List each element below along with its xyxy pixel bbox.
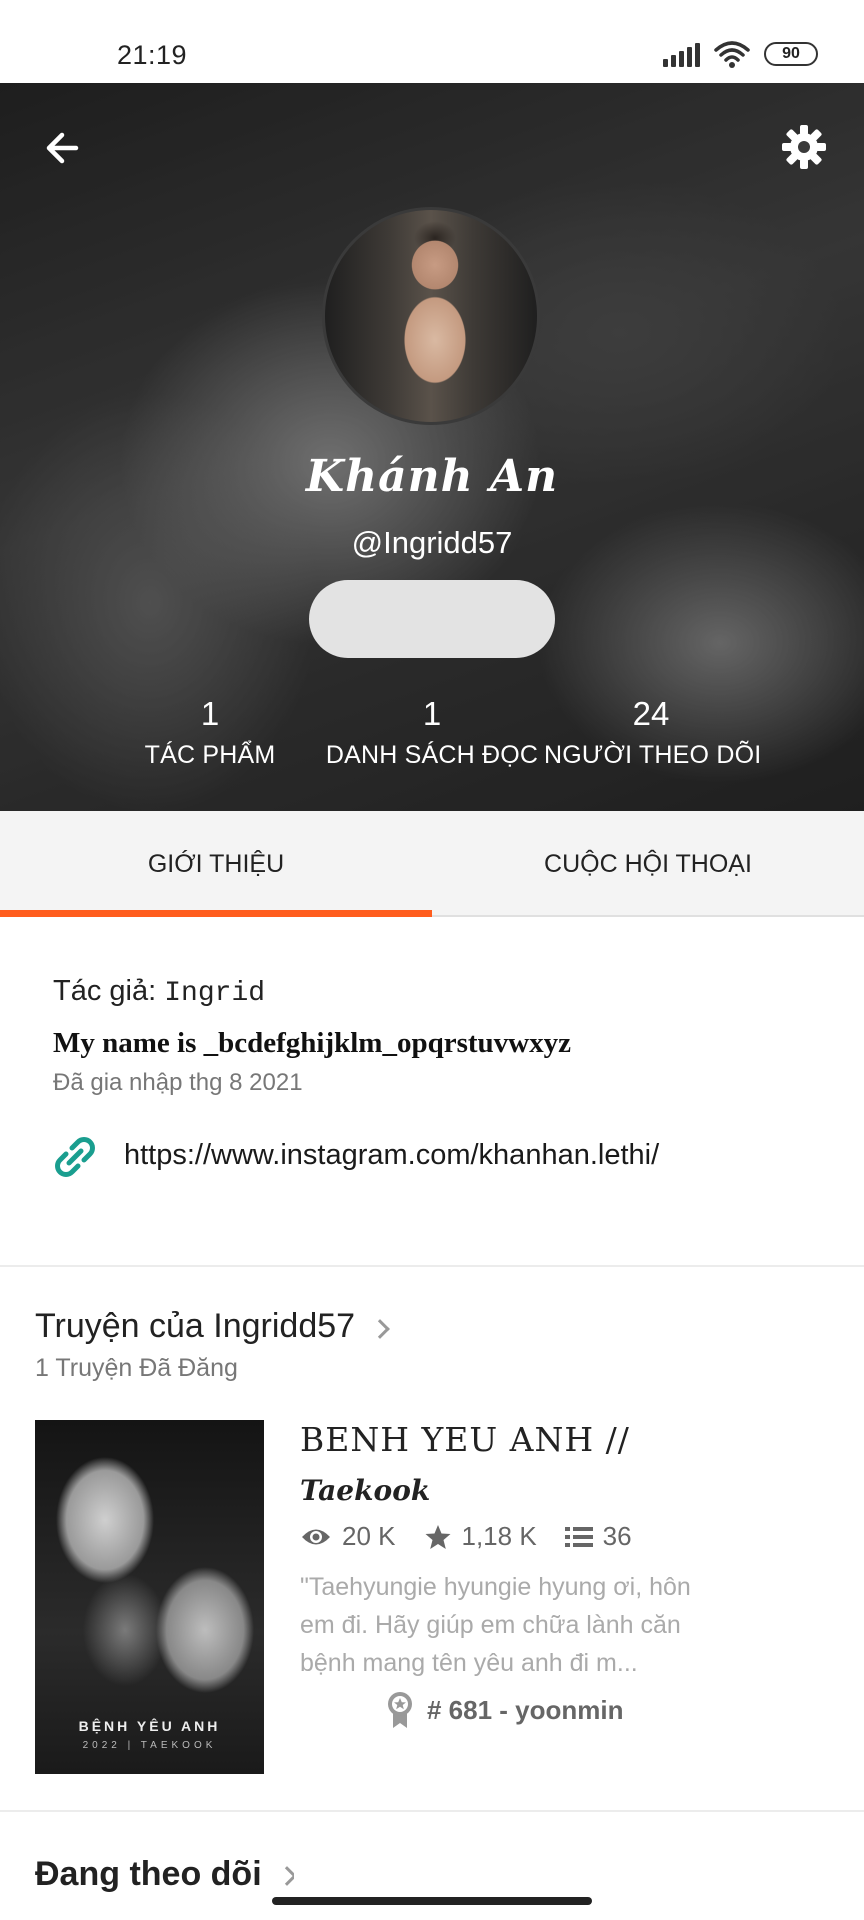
username: @Ingridd57 <box>351 525 513 560</box>
votes-stat: 1,18 K <box>424 1521 537 1552</box>
rank-text: # 681 - yoonmin <box>427 1694 624 1725</box>
stat-works-value: 1 <box>200 695 220 732</box>
stat-works-label: TÁC PHẨM <box>144 741 276 769</box>
tab-conversations[interactable]: CUỘC HỘI THOẠI <box>432 811 864 917</box>
arrow-left-icon[interactable] <box>38 123 88 173</box>
profile-header: Khánh An @Ingridd57 1 TÁC PHẨM 1 DANH SÁ… <box>0 83 864 811</box>
eye-icon <box>302 1529 330 1544</box>
author-name: Ingrid <box>164 978 266 1009</box>
profile-stats: 1 TÁC PHẨM 1 DANH SÁCH ĐỌC 24 NGƯỜI THEO… <box>0 695 864 795</box>
status-time: 21:19 <box>117 40 188 70</box>
home-indicator[interactable] <box>272 1897 592 1905</box>
cover-title: BỆNH YÊU ANH <box>78 1718 221 1734</box>
following-title-text: Đang theo dõi <box>35 1854 262 1893</box>
wifi-icon <box>714 41 750 68</box>
story-meta: 20 K 1,18 K 36 <box>300 1521 660 1552</box>
votes-count: 1,18 K <box>461 1521 537 1551</box>
parts-count: 36 <box>602 1521 632 1551</box>
stat-reading-lists[interactable]: 1 DANH SÁCH ĐỌC <box>322 695 542 770</box>
stat-followers[interactable]: 24 NGƯỜI THEO DÕI <box>544 695 762 770</box>
story-rank[interactable]: # 681 - yoonmin <box>385 1690 624 1730</box>
chevron-right-icon <box>276 1866 294 1886</box>
story-title[interactable]: BENH YEU ANH // <box>300 1420 630 1459</box>
following-section-title[interactable]: Đang theo dõi <box>35 1852 294 1896</box>
divider <box>0 1810 864 1812</box>
stories-title-text: Truyện của Ingridd57 <box>35 1307 356 1345</box>
story-cover[interactable]: BỆNH YÊU ANH 2022 | TAEKOOK <box>35 1420 264 1774</box>
cover-subtitle: 2022 | TAEKOOK <box>82 1740 217 1751</box>
ribbon-icon <box>388 1692 412 1728</box>
profile-link[interactable]: https://www.instagram.com/khanhan.lethi/ <box>124 1139 659 1172</box>
link-icon <box>55 1137 95 1177</box>
author-line: Tác giả: Ingrid <box>53 975 265 1009</box>
stat-reading-lists-value: 1 <box>422 695 442 732</box>
about-section: Tác giả: Ingrid My name is _bcdefghijklm… <box>0 917 864 1267</box>
stat-reading-lists-label: DANH SÁCH ĐỌC <box>325 741 539 769</box>
display-name: Khánh An <box>305 451 559 502</box>
bio-text: My name is _bcdefghijklm_opqrstuvwxyz <box>53 1027 571 1059</box>
joined-date: Đã gia nhập thg 8 2021 <box>53 1069 303 1096</box>
list-icon <box>564 1526 593 1547</box>
star-icon <box>425 1524 450 1549</box>
stat-works[interactable]: 1 TÁC PHẨM <box>130 695 290 770</box>
divider <box>0 1265 864 1267</box>
views-stat: 20 K <box>300 1521 396 1552</box>
tab-about[interactable]: GIỚI THIỆU <box>0 811 432 917</box>
story-title-line2[interactable]: Taekook <box>300 1474 430 1507</box>
active-tab-indicator <box>0 910 432 917</box>
chevron-right-icon <box>370 1318 390 1339</box>
story-description: "Taehyungie hyungie hyung ơi, hôn em đi.… <box>300 1573 691 1677</box>
stat-followers-label: NGƯỜI THEO DÕI <box>544 741 762 769</box>
avatar[interactable] <box>322 207 540 425</box>
stat-followers-value: 24 <box>632 695 670 732</box>
battery-icon: 90 <box>764 42 818 66</box>
views-count: 20 K <box>342 1521 396 1551</box>
signal-icon <box>663 41 700 67</box>
author-prefix: Tác giả: <box>53 975 157 1007</box>
status-icons: 90 <box>663 40 818 68</box>
stories-section-title[interactable]: Truyện của Ingridd57 <box>35 1307 390 1346</box>
gear-icon[interactable] <box>778 121 830 173</box>
stories-count: 1 Truyện Đã Đăng <box>35 1354 238 1382</box>
profile-tabs: GIỚI THIỆU CUỘC HỘI THOẠI <box>0 811 864 917</box>
parts-stat: 36 <box>564 1521 632 1552</box>
follow-button[interactable] <box>309 580 555 658</box>
status-bar: 21:19 90 <box>0 0 864 83</box>
